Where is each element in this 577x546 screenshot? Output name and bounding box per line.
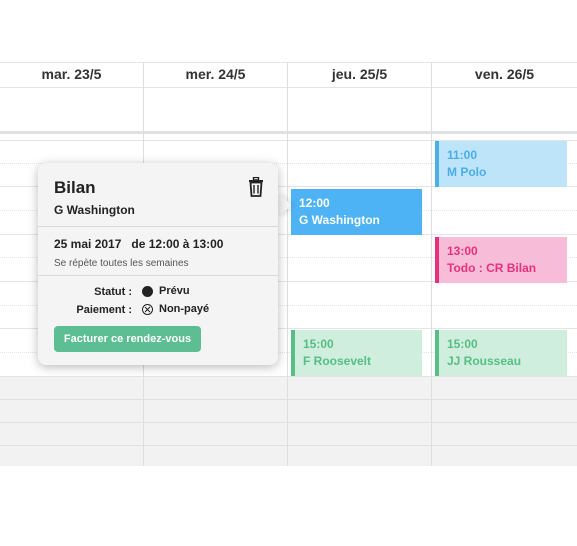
payment-text: Non-payé: [159, 303, 210, 315]
event-title: F Roosevelt: [303, 354, 372, 368]
popup-date: 25 mai 2017: [54, 237, 122, 251]
event-jj-rousseau[interactable]: 15:00 JJ Rousseau: [435, 330, 567, 376]
grid-line: [0, 376, 577, 377]
trash-icon[interactable]: [248, 176, 264, 197]
event-title: JJ Rousseau: [447, 354, 522, 368]
x-circle-icon: [142, 303, 153, 315]
event-m-polo[interactable]: 11:00 M Polo: [435, 141, 567, 187]
column-separator: [431, 62, 432, 466]
event-time: 15:00: [303, 337, 334, 351]
grid-line: [0, 445, 577, 446]
event-title: G Washington: [299, 213, 380, 227]
payment-value[interactable]: Non-payé: [142, 303, 209, 315]
popup-divider: [38, 275, 278, 276]
popup-client: G Washington: [54, 203, 135, 217]
event-time: 12:00: [299, 196, 330, 210]
column-separator: [287, 62, 288, 466]
grid-line: [0, 422, 577, 423]
event-title: M Polo: [447, 165, 487, 179]
status-value[interactable]: Prévu: [142, 285, 190, 297]
popup-time-range: de 12:00 à 13:00: [131, 237, 224, 251]
status-text: Prévu: [159, 285, 190, 297]
event-time: 11:00: [447, 148, 478, 162]
day-header-fri[interactable]: ven. 26/5: [432, 62, 577, 87]
grid-line: [0, 87, 577, 88]
popup-repeat: Se répète toutes les semaines: [54, 258, 189, 269]
popup-datetime: 25 mai 2017 de 12:00 à 13:00: [54, 237, 223, 251]
grid-line: [0, 399, 577, 400]
event-f-roosevelt[interactable]: 15:00 F Roosevelt: [291, 330, 422, 376]
event-title: Todo : CR Bilan: [447, 261, 537, 275]
day-header-wed[interactable]: mer. 24/5: [144, 62, 287, 87]
grid-line: [0, 62, 577, 63]
filled-circle-icon: [142, 285, 153, 297]
all-day-separator: [0, 131, 577, 134]
day-header-thu[interactable]: jeu. 25/5: [288, 62, 431, 87]
popup-divider: [38, 226, 278, 227]
off-hours-zone: [0, 376, 577, 466]
bill-appointment-button[interactable]: Facturer ce rendez-vous: [54, 326, 201, 352]
event-time: 13:00: [447, 244, 478, 258]
event-g-washington[interactable]: 12:00 G Washington: [291, 189, 422, 235]
event-details-popup: Bilan G Washington 25 mai 2017 de 12:00 …: [38, 163, 278, 365]
event-time: 15:00: [447, 337, 478, 351]
payment-label: Paiement :: [76, 304, 132, 316]
status-label: Statut :: [94, 286, 132, 298]
day-header-tue[interactable]: mar. 23/5: [0, 62, 143, 87]
popup-title: Bilan: [54, 178, 96, 197]
event-todo-cr-bilan[interactable]: 13:00 Todo : CR Bilan: [435, 237, 567, 283]
